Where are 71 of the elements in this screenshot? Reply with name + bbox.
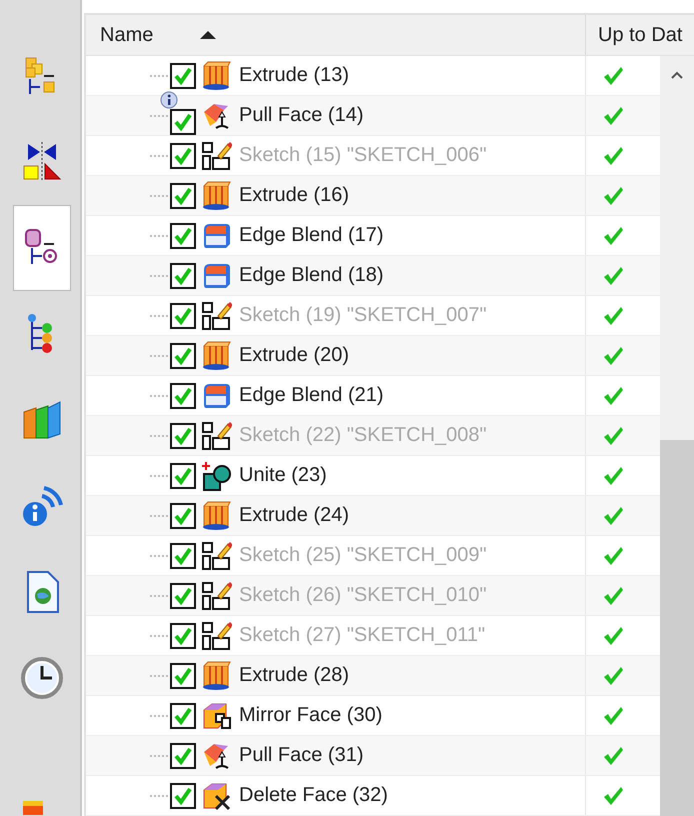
feature-name: Extrude (20) <box>239 344 350 367</box>
scroll-up-icon[interactable] <box>670 70 684 80</box>
flag-icon <box>23 801 43 815</box>
checkbox[interactable] <box>170 702 196 728</box>
checkbox[interactable] <box>170 342 196 368</box>
column-header[interactable]: Name <box>86 15 586 55</box>
sidebar-tab[interactable] <box>13 205 71 291</box>
feature-name: Sketch (15) "SKETCH_006" <box>239 144 487 167</box>
checkbox[interactable] <box>170 542 196 568</box>
sketch-icon <box>200 580 232 612</box>
feature-name: Edge Blend (17) <box>239 224 384 247</box>
feature-name: Edge Blend (18) <box>239 264 384 287</box>
info-signal-icon <box>20 484 64 528</box>
clock-icon <box>20 656 64 700</box>
tree-row[interactable]: Edge Blend (17) <box>86 216 660 256</box>
tree-row[interactable]: Unite (23) <box>86 456 660 496</box>
feature-name: Sketch (25) "SKETCH_009" <box>239 544 487 567</box>
column-header[interactable]: Up to Dat <box>586 15 694 55</box>
feature-name: Edge Blend (21) <box>239 384 384 407</box>
extrude-icon <box>200 660 232 692</box>
sketch-icon <box>200 300 232 332</box>
tree-row[interactable]: Extrude (20) <box>86 336 660 376</box>
checkbox[interactable] <box>170 262 196 288</box>
unite-icon <box>200 460 232 492</box>
feature-name: Sketch (22) "SKETCH_008" <box>239 424 487 447</box>
feature-name: Delete Face (32) <box>239 784 388 807</box>
feature-name: Unite (23) <box>239 464 327 487</box>
tree-row[interactable]: Mirror Face (30) <box>86 696 660 736</box>
checkbox[interactable] <box>170 108 196 134</box>
checkbox[interactable] <box>170 182 196 208</box>
tree-row[interactable]: Extrude (13) <box>86 56 660 96</box>
sketch-icon <box>200 420 232 452</box>
checkbox[interactable] <box>170 302 196 328</box>
tree-row[interactable]: Delete Face (32) <box>86 776 660 816</box>
checkbox[interactable] <box>170 622 196 648</box>
checkbox[interactable] <box>170 462 196 488</box>
feature-name: Pull Face (31) <box>239 744 364 767</box>
checkbox[interactable] <box>170 422 196 448</box>
feature-name: Mirror Face (30) <box>239 704 382 727</box>
sketch-icon <box>200 540 232 572</box>
extrude-icon <box>200 340 232 372</box>
feature-name: Extrude (16) <box>239 184 350 207</box>
feature-name: Sketch (26) "SKETCH_010" <box>239 584 487 607</box>
feature-name: Pull Face (14) <box>239 104 364 127</box>
checkbox[interactable] <box>170 382 196 408</box>
extrude-icon <box>200 180 232 212</box>
checkbox[interactable] <box>170 142 196 168</box>
feature-name: Sketch (19) "SKETCH_007" <box>239 304 487 327</box>
tree-row[interactable]: Edge Blend (21) <box>86 376 660 416</box>
checkbox[interactable] <box>170 502 196 528</box>
checkbox[interactable] <box>170 62 196 88</box>
extrude-icon <box>200 500 232 532</box>
checkbox[interactable] <box>170 742 196 768</box>
feature-name: Extrude (28) <box>239 664 350 687</box>
sketch-icon <box>200 620 232 652</box>
column-header-label: Name <box>100 24 154 46</box>
checkbox[interactable] <box>170 222 196 248</box>
checkbox[interactable] <box>170 582 196 608</box>
feature-name: Sketch (27) "SKETCH_011" <box>239 624 486 647</box>
tree-row[interactable]: Edge Blend (18) <box>86 256 660 296</box>
feature-name: Extrude (24) <box>239 504 350 527</box>
scrollbar[interactable] <box>660 56 694 816</box>
checkbox[interactable] <box>170 662 196 688</box>
tree-row[interactable]: Pull Face (31) <box>86 736 660 776</box>
tree-row[interactable]: Extrude (16) <box>86 176 660 216</box>
extrude-icon <box>200 60 232 92</box>
sketch-icon <box>200 140 232 172</box>
tree-row[interactable]: Extrude (24) <box>86 496 660 536</box>
tree-row[interactable]: Extrude (28) <box>86 656 660 696</box>
checkbox[interactable] <box>170 782 196 808</box>
feature-name: Extrude (13) <box>239 64 350 87</box>
